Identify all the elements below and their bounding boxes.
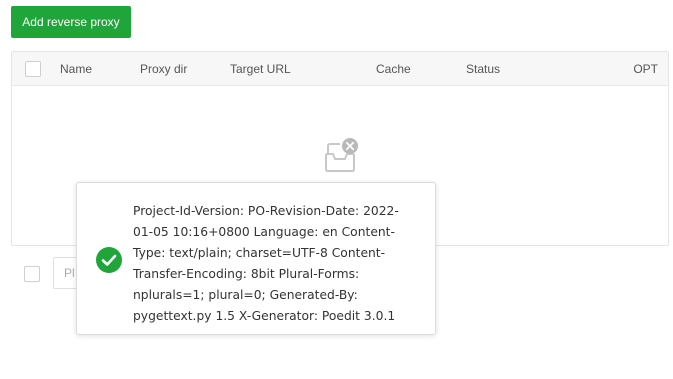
column-header-proxy-dir[interactable]: Proxy dir	[140, 52, 187, 86]
select-all-checkbox[interactable]	[25, 61, 41, 77]
add-reverse-proxy-button[interactable]: Add reverse proxy	[11, 6, 131, 38]
success-toast: Project-Id-Version: PO-Revision-Date: 20…	[76, 182, 436, 335]
reverse-proxy-page: Add reverse proxy Name Proxy dir Target …	[0, 0, 673, 379]
column-header-status[interactable]: Status	[466, 52, 500, 86]
check-circle-icon	[96, 247, 122, 273]
table-header: Name Proxy dir Target URL Cache Status O…	[12, 52, 668, 86]
footer-select-checkbox[interactable]	[24, 266, 40, 282]
column-header-opt: OPT	[633, 62, 658, 76]
column-header-target-url[interactable]: Target URL	[230, 52, 291, 86]
empty-inbox-icon	[325, 138, 358, 172]
column-header-cache[interactable]: Cache	[376, 52, 411, 86]
toast-message: Project-Id-Version: PO-Revision-Date: 20…	[133, 204, 399, 323]
column-header-name[interactable]: Name	[60, 52, 92, 86]
